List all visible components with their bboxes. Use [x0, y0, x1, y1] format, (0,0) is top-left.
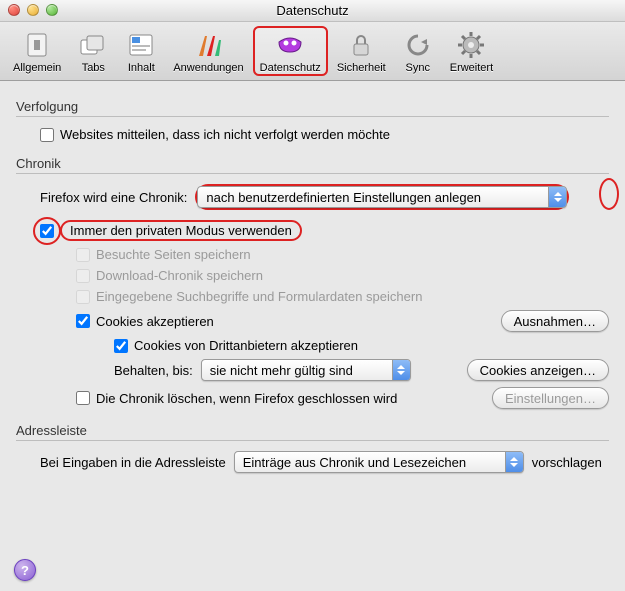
lock-icon [345, 29, 377, 61]
show-cookies-button[interactable]: Cookies anzeigen… [467, 359, 609, 381]
addressbar-select-wrap: Einträge aus Chronik und Lesezeichen [234, 451, 524, 473]
history-mode-row: Firefox wird eine Chronik: nach benutzer… [16, 184, 609, 210]
tabs-icon [77, 29, 109, 61]
addressbar-label-post: vorschlagen [532, 455, 602, 470]
third-party-row: Cookies von Drittanbietern akzeptieren [76, 338, 609, 353]
applications-icon [192, 29, 224, 61]
clear-settings-button: Einstellungen… [492, 387, 609, 409]
tab-label: Erweitert [450, 62, 493, 74]
tab-label: Inhalt [128, 62, 155, 74]
tab-content[interactable]: Inhalt [118, 26, 164, 75]
remember-forms-row: Eingegebene Suchbegriffe und Formulardat… [76, 289, 609, 304]
divider [16, 440, 609, 441]
tab-label: Tabs [82, 62, 105, 74]
keep-until-select-wrap: sie nicht mehr gültig sind [201, 359, 411, 381]
tab-label: Datenschutz [260, 62, 321, 74]
third-party-checkbox-row[interactable]: Cookies von Drittanbietern akzeptieren [114, 338, 358, 353]
tab-security[interactable]: Sicherheit [330, 26, 393, 75]
section-tracking-title: Verfolgung [16, 99, 609, 114]
annotation-circle [599, 178, 619, 210]
always-private-checkbox[interactable] [40, 224, 54, 238]
addressbar-suggest-row: Bei Eingaben in die Adressleiste Einträg… [16, 451, 609, 473]
tab-applications[interactable]: Anwendungen [166, 26, 250, 75]
remember-downloads-checkbox [76, 269, 90, 283]
minimize-icon[interactable] [27, 4, 39, 16]
section-history-title: Chronik [16, 156, 609, 171]
privacy-mask-icon [274, 29, 306, 61]
dnt-checkbox-row[interactable]: Websites mitteilen, dass ich nicht verfo… [40, 127, 609, 142]
help-button[interactable]: ? [14, 559, 36, 581]
content-icon [125, 29, 157, 61]
clear-on-close-row: Die Chronik löschen, wenn Firefox geschl… [76, 387, 609, 409]
remember-downloads-label: Download-Chronik speichern [96, 268, 263, 283]
remember-pages-label: Besuchte Seiten speichern [96, 247, 251, 262]
remember-pages-checkbox [76, 248, 90, 262]
tab-advanced[interactable]: Erweitert [443, 26, 500, 75]
tab-sync[interactable]: Sync [395, 26, 441, 75]
always-private-label: Immer den privaten Modus verwenden [70, 223, 292, 238]
window-title: Datenschutz [276, 3, 348, 18]
window-controls [8, 4, 58, 16]
history-mode-select-wrap: nach benutzerdefinierten Einstellungen a… [197, 186, 567, 208]
sync-icon [402, 29, 434, 61]
tab-label: Sync [406, 62, 430, 74]
tab-privacy[interactable]: Datenschutz [253, 26, 328, 76]
section-addressbar-title: Adressleiste [16, 423, 609, 438]
clear-on-close-checkbox-row[interactable]: Die Chronik löschen, wenn Firefox geschl… [76, 391, 397, 406]
tab-general[interactable]: Allgemein [6, 26, 68, 75]
keep-until-row: Behalten, bis: sie nicht mehr gültig sin… [76, 359, 609, 381]
accept-cookies-checkbox[interactable] [76, 314, 90, 328]
third-party-checkbox[interactable] [114, 339, 128, 353]
dnt-label: Websites mitteilen, dass ich nicht verfo… [60, 127, 390, 142]
tab-label: Anwendungen [173, 62, 243, 74]
exceptions-button[interactable]: Ausnahmen… [501, 310, 609, 332]
history-mode-label: Firefox wird eine Chronik: [40, 190, 187, 205]
tab-label: Allgemein [13, 62, 61, 74]
tab-label: Sicherheit [337, 62, 386, 74]
preferences-toolbar: Allgemein Tabs Inhalt Anwendungen Datens… [0, 22, 625, 81]
gear-icon [455, 29, 487, 61]
tab-tabs[interactable]: Tabs [70, 26, 116, 75]
divider [16, 116, 609, 117]
remember-pages-row: Besuchte Seiten speichern [76, 247, 609, 262]
pane-privacy: Verfolgung Websites mitteilen, dass ich … [0, 81, 625, 591]
titlebar: Datenschutz [0, 0, 625, 22]
help-icon: ? [21, 563, 29, 578]
clear-on-close-label: Die Chronik löschen, wenn Firefox geschl… [96, 391, 397, 406]
annotation-oval: Immer den privaten Modus verwenden [60, 220, 302, 241]
clear-on-close-checkbox[interactable] [76, 391, 90, 405]
close-icon[interactable] [8, 4, 20, 16]
addressbar-label-pre: Bei Eingaben in die Adressleiste [40, 455, 226, 470]
always-private-checkbox-row[interactable]: Immer den privaten Modus verwenden [40, 220, 609, 241]
third-party-label: Cookies von Drittanbietern akzeptieren [134, 338, 358, 353]
keep-until-label: Behalten, bis: [114, 363, 193, 378]
divider [16, 173, 609, 174]
zoom-icon[interactable] [46, 4, 58, 16]
addressbar-select[interactable]: Einträge aus Chronik und Lesezeichen [234, 451, 524, 473]
annotation-oval: nach benutzerdefinierten Einstellungen a… [195, 184, 569, 210]
keep-until-select[interactable]: sie nicht mehr gültig sind [201, 359, 411, 381]
general-icon [21, 29, 53, 61]
accept-cookies-label: Cookies akzeptieren [96, 314, 214, 329]
remember-downloads-row: Download-Chronik speichern [76, 268, 609, 283]
remember-forms-checkbox [76, 290, 90, 304]
accept-cookies-row: Cookies akzeptieren Ausnahmen… [76, 310, 609, 332]
accept-cookies-checkbox-row[interactable]: Cookies akzeptieren [76, 314, 214, 329]
history-mode-select[interactable]: nach benutzerdefinierten Einstellungen a… [197, 186, 567, 208]
always-private-row: Immer den privaten Modus verwenden [16, 220, 609, 241]
remember-forms-label: Eingegebene Suchbegriffe und Formulardat… [96, 289, 422, 304]
dnt-checkbox[interactable] [40, 128, 54, 142]
